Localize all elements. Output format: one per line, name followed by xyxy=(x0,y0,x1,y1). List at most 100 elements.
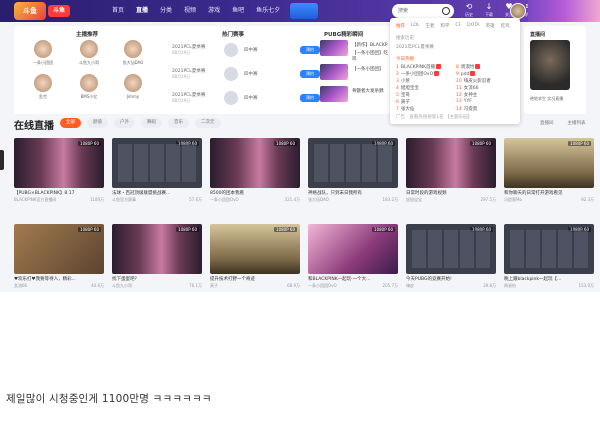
pubg-video-title[interactable]: 【一条小团团】吃鸡 xyxy=(352,50,390,62)
dropdown-tab[interactable]: DOTA xyxy=(467,23,480,29)
nav-item[interactable]: 分类 xyxy=(154,0,178,22)
anchor-avatar[interactable] xyxy=(124,74,142,92)
reserve-button[interactable]: 预约 xyxy=(300,70,320,78)
nav-item[interactable]: 鱼乐七夕 xyxy=(250,0,286,22)
dropdown-footer[interactable]: 广告 · 查看热搜榜第1名 【主题乐园】 xyxy=(396,114,472,120)
host-name[interactable]: 寅子 xyxy=(210,283,218,288)
dropdown-tab[interactable]: CF xyxy=(455,23,461,29)
room-title[interactable]: 【PUBG×BLACKPINK】8.17 xyxy=(14,190,104,196)
pubg-thumb[interactable] xyxy=(320,40,348,56)
anchor-avatar[interactable] xyxy=(80,40,98,58)
anchor-avatar[interactable] xyxy=(80,74,98,92)
filter-button[interactable]: 全部 xyxy=(60,118,81,128)
search-input[interactable] xyxy=(398,6,442,16)
hot-search-item[interactable]: 9 pdd xyxy=(456,71,476,77)
site-logo[interactable]: 斗鱼 斗鱼 xyxy=(14,2,72,20)
hot-search-item[interactable]: 10 嗨皮火影忍者 xyxy=(456,78,491,84)
host-name[interactable]: 周淑怡 xyxy=(504,283,516,288)
nav-item[interactable]: 鱼吧 xyxy=(226,0,250,22)
live-thumbnail[interactable]: 1080P 60 xyxy=(210,224,300,274)
hot-search-item[interactable]: 12 女神主 xyxy=(456,92,477,98)
reserve-button[interactable]: 预约 xyxy=(300,46,320,54)
room-title[interactable]: 和你聊天的日常打开游戏看见 xyxy=(504,190,594,196)
live-room-card[interactable]: 1080P 60 和你聊天的日常打开游戏看见 冯提莫Mo 92.3万 xyxy=(504,138,594,204)
live-room-card[interactable]: 1080P 60 今天PUBG的竞赛开始! 嗨皮 39.8万 xyxy=(406,224,496,290)
nav-item[interactable]: 视频 xyxy=(178,0,202,22)
pubg-video-title[interactable]: 【新作】BLACKP xyxy=(352,42,388,48)
live-room-card[interactable]: 1080P 60 提升技术打野一个奇迹 寅子 68.9万 xyxy=(210,224,300,290)
anchor-avatar[interactable] xyxy=(34,40,52,58)
live-thumbnail[interactable]: 1080P 60 xyxy=(308,224,398,274)
live-room-card[interactable]: 1080P 60 8500的团本我看 一条小团团OvO 321.4万 xyxy=(210,138,300,204)
reserve-button[interactable]: 预约 xyxy=(300,94,320,102)
host-name[interactable]: BLACKPINK官方直播间 xyxy=(14,197,56,202)
room-title[interactable]: 提升技术打野一个奇迹 xyxy=(210,276,300,282)
hot-search-item[interactable]: 5 宝哥 xyxy=(396,92,410,98)
host-name[interactable]: 嗨皮 xyxy=(406,283,414,288)
anchor-avatar[interactable] xyxy=(34,74,52,92)
live-thumbnail[interactable]: 1080P 60 xyxy=(308,138,398,188)
live-room-card[interactable]: 1080P 60 法球・百冠顶级联盟挑战赛... 斗鱼官方赛事 57.6万 xyxy=(112,138,202,204)
filter-button[interactable]: 颜值 xyxy=(87,118,108,128)
pubg-video-title[interactable]: 【一条小团团】 xyxy=(352,66,384,72)
history-item[interactable]: 2021年PCL夏季赛 xyxy=(396,44,434,50)
pubg-thumb[interactable] xyxy=(320,64,348,80)
view-option[interactable]: 主播列表 xyxy=(568,120,586,126)
anchor-card[interactable]: 乱世 xyxy=(28,74,58,104)
live-room-card[interactable]: 1080P 60 日常时段的游戏视频 旭旭宝宝 297.5万 xyxy=(406,138,496,204)
live-thumbnail[interactable]: 1080P 60 xyxy=(210,138,300,188)
room-title[interactable]: 神格战队，只到末日我所有 xyxy=(308,190,398,196)
live-thumbnail[interactable]: 1080P 60 xyxy=(504,224,594,274)
dropdown-tab[interactable]: 吃鸡 xyxy=(501,23,510,29)
host-name[interactable]: 女流66 xyxy=(14,283,27,288)
nav-item[interactable]: 直播 xyxy=(130,0,154,22)
promo-banner[interactable] xyxy=(290,3,318,19)
dropdown-tab[interactable]: 和平 xyxy=(440,23,449,29)
live-room-card[interactable]: 1080P 60 【PUBG×BLACKPINK】8.17 BLACKPINK官方直… xyxy=(14,138,104,204)
live-thumbnail[interactable]: 1080P 60 xyxy=(14,138,104,188)
live-room-card[interactable]: 1080P 60 ♥欢乐打♥我要等待人，精彩... 女流66 44.6万 xyxy=(14,224,104,290)
room-title[interactable]: 找下蛋蛋吧? xyxy=(112,276,202,282)
hot-search-item[interactable]: 8 周淑怡 xyxy=(456,64,481,70)
hot-search-item[interactable]: 2 一条小团团OvO xyxy=(396,71,440,77)
hot-search-item[interactable]: 3 小葱 xyxy=(396,78,410,84)
hot-search-item[interactable]: 14 冯提莫 xyxy=(456,106,477,112)
live-thumbnail[interactable]: 1080P 60 xyxy=(406,138,496,188)
hot-search-item[interactable]: 4 旭旭宝宝 xyxy=(396,85,419,91)
host-name[interactable]: 一条小团团OvO xyxy=(308,283,337,288)
room-title[interactable]: ♥欢乐打♥我要等待人，精彩... xyxy=(14,276,104,282)
live-thumbnail[interactable]: 1080P 60 xyxy=(504,138,594,188)
hot-search-item[interactable]: 1 BLACKPINK首播 xyxy=(396,64,442,70)
filter-button[interactable]: 户外 xyxy=(114,118,135,128)
pubg-video-title[interactable]: 骨颤者大发杀戮 xyxy=(352,88,384,94)
anchor-card[interactable]: 张大仙DAO xyxy=(118,40,148,70)
anchor-avatar[interactable] xyxy=(124,40,142,58)
live-thumbnail[interactable]: 1080P 60 xyxy=(14,224,104,274)
dropdown-tab[interactable]: 王者 xyxy=(425,23,434,29)
room-title[interactable]: 晚上跟blackpink一起玩【... xyxy=(504,276,594,282)
user-avatar[interactable] xyxy=(510,3,526,19)
dropdown-tab[interactable]: 英雄 xyxy=(486,23,495,29)
hot-search-item[interactable]: 6 寅子 xyxy=(396,99,410,105)
room-title[interactable]: 8500的团本我看 xyxy=(210,190,300,196)
room-title[interactable]: 和BLACKPINK一起玩·一个大... xyxy=(308,276,398,282)
anchor-card[interactable]: BMS小忆 xyxy=(74,74,104,104)
search-box[interactable] xyxy=(392,4,454,18)
live-thumbnail[interactable]: 1080P 60 xyxy=(406,224,496,274)
pubg-thumb[interactable] xyxy=(320,86,348,102)
anchor-card[interactable]: 一条小团团 xyxy=(28,40,58,70)
live-room-card[interactable]: 1080P 60 和BLACKPINK一起玩·一个大... 一条小团团OvO 205.… xyxy=(308,224,398,290)
dropdown-tab[interactable]: 推荐 xyxy=(396,23,405,29)
view-option[interactable]: 直播间 xyxy=(540,120,554,126)
host-name[interactable]: 旭旭宝宝 xyxy=(406,197,422,202)
room-title[interactable]: 今天PUBG的竞赛开始! xyxy=(406,276,496,282)
host-name[interactable]: 斗鱼九小哥 xyxy=(112,283,132,288)
room-title[interactable]: 法球・百冠顶级联盟挑战赛... xyxy=(112,190,202,196)
dropdown-tab[interactable]: LOL xyxy=(411,23,419,29)
filter-button[interactable]: 音乐 xyxy=(168,118,189,128)
anchor-card[interactable]: 斗鱼九小哥 xyxy=(74,40,104,70)
live-room-card[interactable]: 1080P 60 找下蛋蛋吧? 斗鱼九小哥 76.1万 xyxy=(112,224,202,290)
host-name[interactable]: 一条小团团OvO xyxy=(210,197,239,202)
side-collapse-handle[interactable] xyxy=(0,150,4,170)
nav-item[interactable]: 游戏 xyxy=(202,0,226,22)
